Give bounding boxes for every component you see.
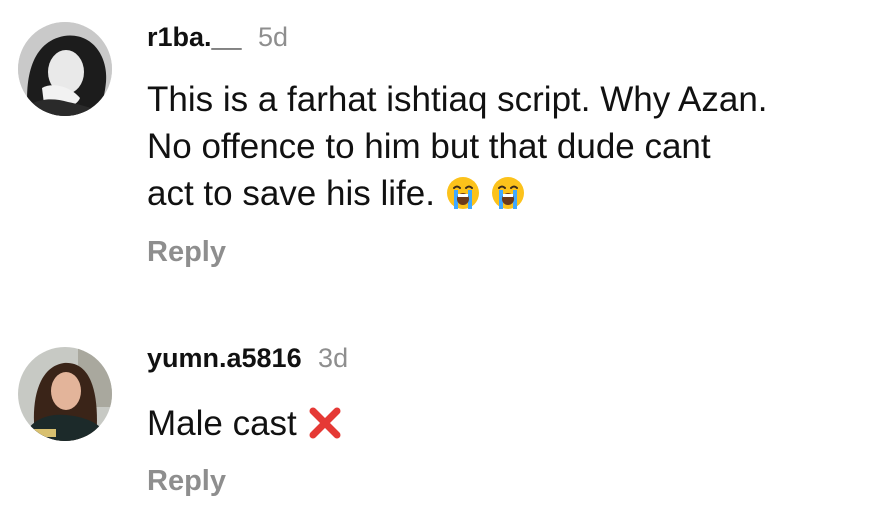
avatar[interactable] — [18, 347, 112, 441]
comment-text: This is a farhat ishtiaq script. Why Aza… — [147, 76, 847, 217]
comment-meta: yumn.a5816 3d — [147, 343, 348, 374]
reply-button[interactable]: Reply — [147, 465, 226, 498]
comment-text-line: act to save his life. — [147, 174, 435, 213]
avatar-image — [18, 22, 112, 116]
avatar[interactable] — [18, 22, 112, 116]
comment-text-line: Male cast — [147, 404, 297, 443]
comment-text: Male cast — [147, 400, 847, 447]
loudly-crying-face-icon — [445, 175, 481, 211]
timestamp: 5d — [258, 22, 289, 52]
comment-text-line-with-emoji: Male cast — [147, 400, 847, 447]
username[interactable]: r1ba.__ — [147, 22, 242, 52]
loudly-crying-face-icon — [490, 175, 526, 211]
avatar-image — [18, 347, 112, 441]
username[interactable]: yumn.a5816 — [147, 343, 302, 373]
comment-item: r1ba.__ 5d This is a farhat ishtiaq scri… — [0, 0, 872, 300]
comment-text-line: This is a farhat ishtiaq script. Why Aza… — [147, 80, 768, 119]
timestamp: 3d — [318, 343, 349, 373]
reply-button[interactable]: Reply — [147, 236, 226, 269]
comment-text-line-with-emoji: act to save his life. — [147, 170, 847, 217]
comment-text-line: No offence to him but that dude cant — [147, 127, 711, 166]
comment-meta: r1ba.__ 5d — [147, 22, 288, 53]
comment-item: yumn.a5816 3d Male cast Reply — [0, 330, 872, 522]
cross-mark-icon — [307, 405, 343, 441]
